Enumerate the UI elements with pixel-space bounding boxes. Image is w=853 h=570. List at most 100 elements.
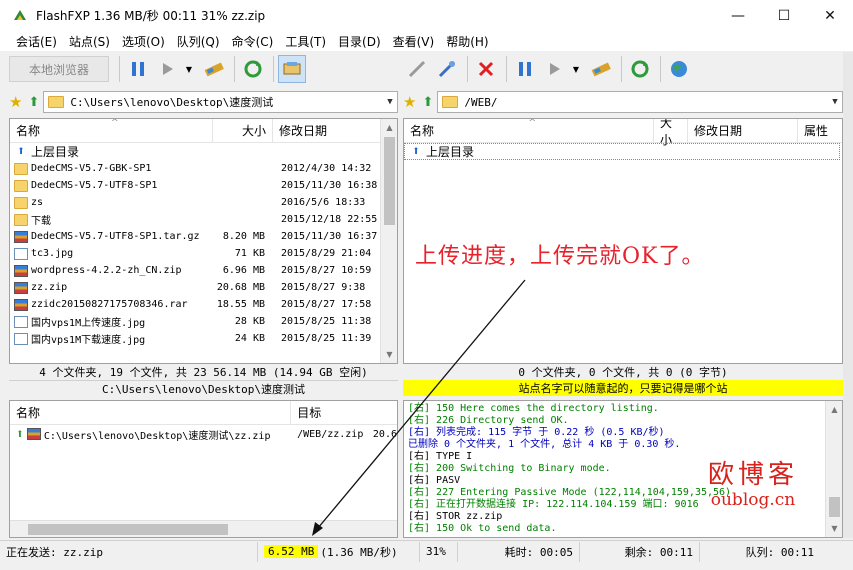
sort-caret-icon: ^: [111, 118, 119, 128]
log-line: 已删除 0 个文件夹, 1 个文件, 总计 4 KB 于 0.30 秒.: [408, 439, 681, 450]
queue-time: 队列: 00:11: [745, 545, 814, 559]
col-name[interactable]: ^ 名称: [404, 119, 654, 143]
minimize-button[interactable]: —: [715, 0, 761, 31]
list-item[interactable]: 下载 2015/12/18 22:55: [10, 211, 397, 228]
chevron-down-icon[interactable]: ▼: [571, 64, 581, 74]
row-size: 28 KB: [234, 316, 265, 327]
left-path-combo[interactable]: C:\Users\lenovo\Desktop\速度测试 ▼: [43, 91, 398, 113]
menu-tools[interactable]: 工具(T): [279, 33, 332, 50]
col-attr[interactable]: 属性: [798, 119, 842, 143]
sending-status: 正在发送: zz.zip: [0, 541, 258, 562]
queue-col-name-label: 名称: [16, 406, 41, 420]
menu-sites[interactable]: 站点(S): [63, 33, 116, 50]
row-date: 2015/8/27 9:38: [281, 282, 366, 293]
favorites-star-icon[interactable]: ★: [9, 93, 22, 111]
connect-icon[interactable]: [587, 55, 615, 83]
local-browser-button[interactable]: 本地浏览器: [9, 56, 109, 82]
percent-complete: 31%: [420, 541, 458, 562]
queue-row[interactable]: ⬆ C:\Users\lenovo\Desktop\速度测试\zz.zip /W…: [10, 425, 397, 443]
transfer-icon[interactable]: [154, 55, 182, 83]
log-line: [右] 150 Here comes the directory listing…: [408, 403, 659, 414]
row-name-cell: zs: [10, 196, 213, 209]
toolbar-separator: [621, 56, 622, 82]
menu-queue[interactable]: 队列(Q): [171, 33, 226, 50]
scroll-down-icon[interactable]: ▼: [381, 346, 397, 363]
toolbar-separator: [467, 56, 468, 82]
globe-icon[interactable]: [665, 55, 693, 83]
transfer-queue[interactable]: 名称 目标 ⬆ C:\Users\lenovo\Desktop\速度测试\zz.…: [9, 400, 398, 538]
list-item[interactable]: zz.zip 20.68 MB 2015/8/27 9:38: [10, 279, 397, 296]
transfer-icon[interactable]: [541, 55, 569, 83]
list-item[interactable]: zzidc20150827175708346.rar 18.55 MB 2015/8…: [10, 296, 397, 313]
scroll-thumb[interactable]: [384, 137, 395, 225]
list-item[interactable]: ⬆ 上层目录: [404, 143, 840, 160]
watermark-title: 欧博客: [708, 460, 799, 490]
close-button[interactable]: ✕: [807, 0, 853, 31]
col-date[interactable]: 修改日期: [688, 119, 798, 143]
row-name-cell: wordpress-4.2.2-zh_CN.zip: [10, 264, 213, 277]
vertical-scrollbar[interactable]: ▲ ▼: [380, 119, 397, 363]
scroll-up-icon[interactable]: ▲: [381, 119, 397, 136]
list-item[interactable]: ⬆ 上层目录: [10, 143, 397, 160]
chevron-down-icon[interactable]: ▼: [828, 97, 842, 107]
list-item[interactable]: 国内vps1M下载速度.jpg 24 KB 2015/8/25 11:39: [10, 330, 397, 347]
row-size: 8.20 MB: [222, 231, 265, 242]
scroll-thumb[interactable]: [28, 524, 228, 535]
list-item[interactable]: zs 2016/5/6 18:33: [10, 194, 397, 211]
row-size: 6.96 MB: [222, 265, 265, 276]
col-date[interactable]: 修改日期: [273, 119, 381, 143]
pause-icon[interactable]: [124, 55, 152, 83]
menu-commands[interactable]: 命令(C): [226, 33, 280, 50]
image-icon: [14, 315, 28, 328]
list-item[interactable]: DedeCMS-V5.7-UTF8-SP1 2015/11/30 16:38: [10, 177, 397, 194]
list-item[interactable]: DedeCMS-V5.7-GBK-SP1 2012/4/30 14:32: [10, 160, 397, 177]
maximize-button[interactable]: ☐: [761, 0, 807, 31]
local-view-icon[interactable]: [278, 55, 306, 83]
menu-session[interactable]: 会话(E): [10, 33, 63, 50]
favorites-star-icon[interactable]: ★: [403, 93, 416, 111]
background-window-edge: [843, 52, 853, 538]
menu-bar: 会话(E) 站点(S) 选项(O) 队列(Q) 命令(C) 工具(T) 目录(D…: [0, 31, 853, 51]
row-date: 2015/11/30 16:37: [281, 231, 378, 242]
col-size[interactable]: 大小: [213, 119, 273, 143]
abort-icon[interactable]: [472, 55, 500, 83]
scroll-up-icon[interactable]: ▲: [826, 401, 842, 418]
parent-folder-icon[interactable]: ⬆: [422, 95, 433, 110]
disconnect-plug-icon[interactable]: [433, 55, 461, 83]
menu-options[interactable]: 选项(O): [116, 33, 171, 50]
queue-col-name[interactable]: 名称: [10, 401, 292, 425]
vertical-scrollbar[interactable]: ▲ ▼: [825, 401, 842, 537]
right-path-combo[interactable]: /WEB/ ▼: [437, 91, 843, 113]
row-date: 2015/8/27 17:58: [281, 299, 372, 310]
log-line: [右] 列表完成: 115 字节 于 0.22 秒 (0.5 KB/秒): [408, 427, 665, 438]
chevron-down-icon[interactable]: ▼: [184, 64, 194, 74]
local-file-list[interactable]: ^ 名称 大小 修改日期 ⬆ 上层目录 DedeCMS-V5.7-GBK-SP1 201…: [9, 118, 398, 364]
list-item[interactable]: 国内vps1M上传速度.jpg 28 KB 2015/8/25 11:38: [10, 313, 397, 330]
parent-folder-icon[interactable]: ⬆: [28, 95, 39, 110]
quick-connect-icon[interactable]: [403, 55, 431, 83]
col-name[interactable]: ^ 名称: [10, 119, 213, 143]
refresh-icon[interactable]: [626, 55, 654, 83]
refresh-icon[interactable]: [239, 55, 267, 83]
col-size[interactable]: 大小: [654, 119, 688, 147]
list-item[interactable]: tc3.jpg 71 KB 2015/8/29 21:04: [10, 245, 397, 262]
col-name-label: 名称: [410, 124, 435, 138]
archive-icon: [14, 264, 28, 277]
archive-icon: [14, 281, 28, 294]
row-name-cell: 国内vps1M上传速度.jpg: [10, 314, 213, 329]
list-item[interactable]: DedeCMS-V5.7-UTF8-SP1.tar.gz 8.20 MB 2015/…: [10, 228, 397, 245]
row-date: 2016/5/6 18:33: [281, 197, 366, 208]
scroll-down-icon[interactable]: ▼: [826, 520, 842, 537]
list-item[interactable]: wordpress-4.2.2-zh_CN.zip 6.96 MB 2015/8/2…: [10, 262, 397, 279]
queue-col-target[interactable]: 目标: [291, 401, 397, 425]
row-date: 2015/8/29 21:04: [281, 248, 372, 259]
menu-view[interactable]: 查看(V): [387, 33, 441, 50]
scroll-thumb[interactable]: [829, 497, 840, 517]
chevron-down-icon[interactable]: ▼: [383, 97, 397, 107]
pause-icon[interactable]: [511, 55, 539, 83]
menu-directory[interactable]: 目录(D): [332, 33, 387, 50]
menu-help[interactable]: 帮助(H): [440, 33, 494, 50]
left-path-text: C:\Users\lenovo\Desktop\速度测试: [70, 96, 274, 109]
connect-icon[interactable]: [200, 55, 228, 83]
horizontal-scrollbar[interactable]: [10, 520, 397, 537]
